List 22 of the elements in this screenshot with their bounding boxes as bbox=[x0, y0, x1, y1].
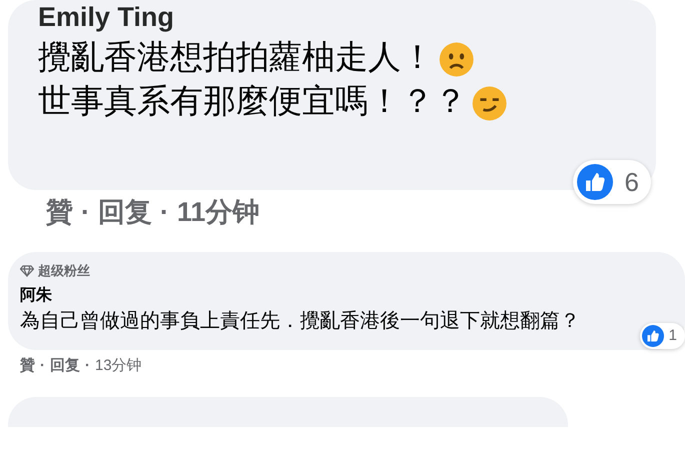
reply-link[interactable]: 回复 bbox=[98, 194, 152, 230]
timestamp[interactable]: 13分钟 bbox=[95, 356, 142, 375]
like-icon bbox=[642, 324, 664, 347]
comment-text: 為自己曾做過的事負上責任先．攪亂香港後一句退下就想翻篇？ bbox=[20, 310, 580, 332]
smirking-emoji-icon bbox=[471, 84, 508, 122]
comment-text: 世事真系有那麼便宜嗎！？？ bbox=[38, 82, 467, 119]
reply-link[interactable]: 回复 bbox=[50, 356, 80, 375]
frowning-emoji-icon bbox=[438, 40, 475, 78]
author-name[interactable]: Emily Ting bbox=[38, 2, 174, 32]
separator-dot: · bbox=[85, 356, 90, 374]
reaction-badge[interactable]: 6 bbox=[572, 160, 651, 204]
separator-dot: · bbox=[160, 196, 169, 228]
fan-badge-label: 超级粉丝 bbox=[38, 262, 90, 280]
like-link[interactable]: 贊 bbox=[20, 356, 35, 375]
author-name[interactable]: 阿朱 bbox=[20, 287, 52, 304]
like-link[interactable]: 贊 bbox=[46, 194, 73, 230]
timestamp[interactable]: 11分钟 bbox=[177, 194, 260, 230]
diamond-icon bbox=[20, 265, 34, 277]
separator-dot: · bbox=[81, 196, 90, 228]
comment-text: 攪亂香港想拍拍蘿柚走人！ bbox=[38, 38, 434, 76]
separator-dot: · bbox=[40, 356, 45, 374]
like-icon bbox=[576, 164, 613, 200]
